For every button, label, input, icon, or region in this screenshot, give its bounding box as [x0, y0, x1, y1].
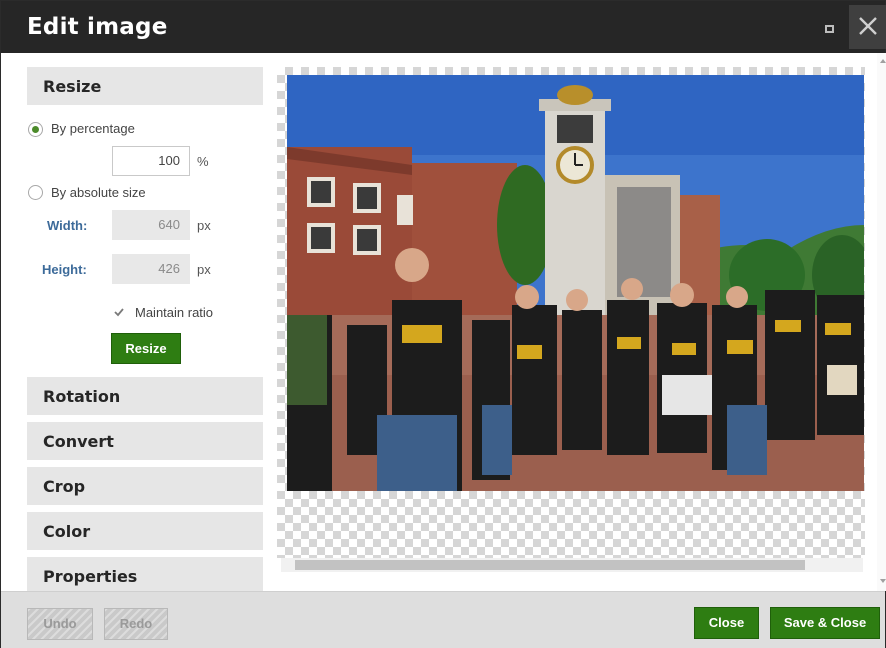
by-percentage-label: By percentage [51, 121, 135, 136]
section-resize-label: Resize [43, 77, 102, 96]
width-unit: px [197, 218, 211, 233]
section-convert[interactable]: Convert [27, 422, 263, 460]
section-crop-label: Crop [43, 477, 86, 496]
section-convert-label: Convert [43, 432, 114, 451]
width-input[interactable]: 640 [112, 210, 190, 240]
section-resize[interactable]: Resize [27, 67, 263, 105]
close-icon [859, 17, 877, 35]
scroll-up-arrow-icon[interactable] [880, 59, 886, 63]
horizontal-scrollbar[interactable] [281, 558, 863, 572]
height-unit: px [197, 262, 211, 277]
redo-button[interactable]: Redo [104, 608, 168, 640]
width-label: Width: [47, 218, 88, 233]
percentage-unit: % [197, 154, 209, 169]
height-input[interactable]: 426 [112, 254, 190, 284]
by-absolute-size-label: By absolute size [51, 185, 146, 200]
height-label: Height: [42, 262, 87, 277]
dialog-title: Edit image [27, 14, 168, 40]
image-preview-canvas[interactable] [277, 67, 865, 558]
close-dialog-button[interactable] [849, 5, 886, 49]
section-color-label: Color [43, 522, 91, 541]
preview-image [287, 75, 864, 491]
edit-image-dialog: Edit image Resize By percentage 100 % By… [0, 0, 886, 648]
checkmark-icon [114, 308, 124, 317]
close-button[interactable]: Close [694, 607, 759, 639]
section-crop[interactable]: Crop [27, 467, 263, 505]
section-properties[interactable]: Properties [27, 557, 263, 591]
by-absolute-size-radio[interactable] [28, 185, 43, 200]
section-color[interactable]: Color [27, 512, 263, 550]
maximize-icon [825, 25, 834, 33]
maintain-ratio-label: Maintain ratio [135, 305, 214, 320]
section-properties-label: Properties [43, 567, 138, 586]
section-rotation-label: Rotation [43, 387, 121, 406]
horizontal-scroll-thumb[interactable] [295, 560, 805, 570]
title-bar: Edit image [1, 1, 886, 53]
by-percentage-radio[interactable] [28, 122, 43, 137]
tools-panel: Resize By percentage 100 % By absolute s… [1, 53, 273, 591]
scroll-down-arrow-icon[interactable] [880, 579, 886, 583]
section-rotation[interactable]: Rotation [27, 377, 263, 415]
vertical-scrollbar[interactable] [877, 53, 886, 591]
maintain-ratio-checkbox[interactable] [112, 305, 126, 319]
percentage-input[interactable]: 100 [112, 146, 190, 176]
save-and-close-button[interactable]: Save & Close [770, 607, 880, 639]
resize-button[interactable]: Resize [111, 333, 181, 364]
maximize-button[interactable] [818, 17, 840, 39]
undo-button[interactable]: Undo [27, 608, 93, 640]
dialog-footer: Undo Redo Close Save & Close [1, 591, 885, 648]
